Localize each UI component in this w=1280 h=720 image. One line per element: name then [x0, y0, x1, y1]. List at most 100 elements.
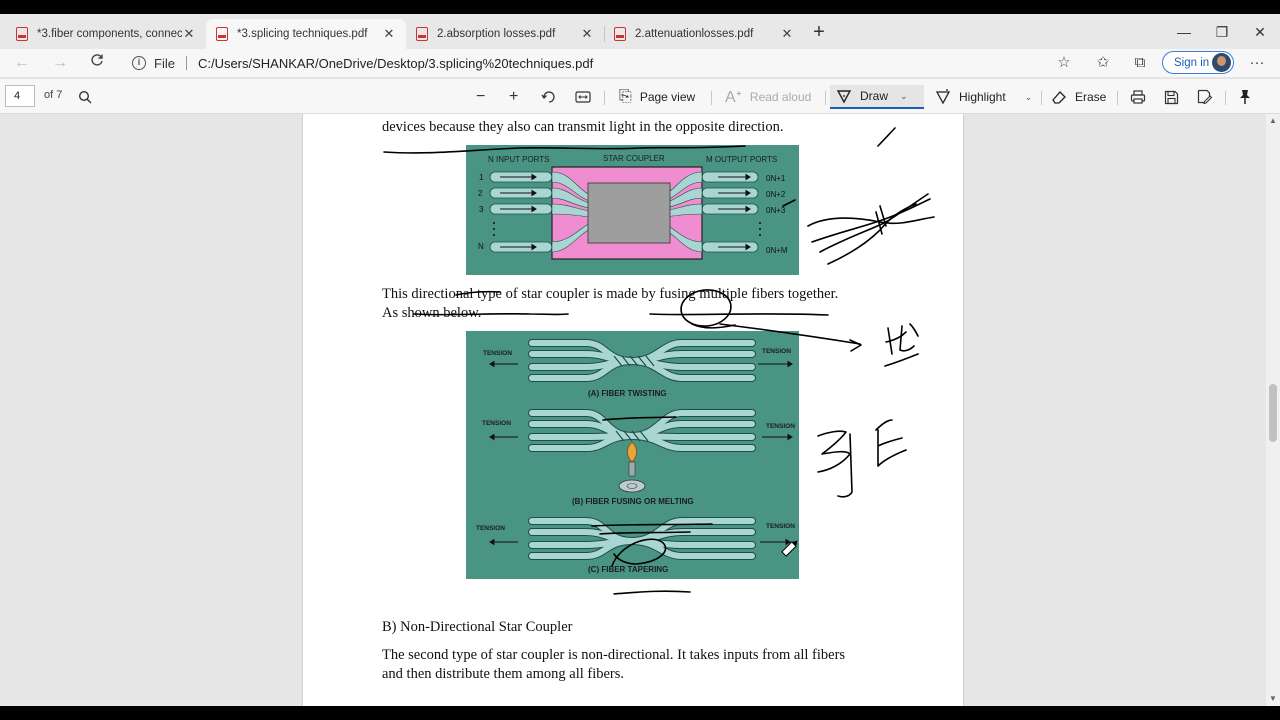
file-label: File — [154, 55, 175, 71]
close-tab-icon[interactable]: ✕ — [182, 26, 196, 42]
rotate-button[interactable] — [541, 85, 557, 109]
draw-pen-icon — [836, 90, 852, 104]
figure-label-output-ports: M OUTPUT PORTS — [706, 155, 777, 164]
search-button[interactable] — [78, 85, 92, 109]
rotate-icon — [541, 91, 555, 103]
tension-label: TENSION — [482, 420, 511, 427]
highlight-button[interactable]: Highlight ⌄ — [935, 85, 1032, 109]
zoom-in-button[interactable]: + — [509, 85, 526, 109]
sign-in-button[interactable]: Sign in — [1162, 51, 1234, 74]
save-button[interactable] — [1164, 85, 1179, 109]
tab-absorption-losses[interactable]: 2.absorption losses.pdf ✕ — [406, 19, 604, 49]
toolbar-divider — [1041, 91, 1042, 105]
chevron-down-icon[interactable]: ⌄ — [900, 91, 908, 102]
scroll-down-icon[interactable]: ▼ — [1269, 694, 1277, 703]
draw-label: Draw — [860, 89, 889, 103]
fiber-fusing-diagram: TENSION TENSION TENSION TENSION TENSION … — [476, 339, 795, 574]
save-as-icon — [1197, 89, 1213, 105]
close-tab-icon[interactable]: ✕ — [780, 26, 794, 42]
scrollbar-thumb[interactable] — [1269, 384, 1277, 442]
save-as-button[interactable] — [1197, 85, 1213, 109]
erase-label: Erase — [1075, 90, 1107, 104]
avatar — [1212, 53, 1231, 72]
pdf-file-icon — [614, 27, 626, 41]
more-options-icon[interactable]: ··· — [1245, 52, 1269, 74]
save-icon — [1164, 90, 1179, 104]
fit-width-icon — [575, 91, 591, 103]
body-text-line: devices because they also can transmit l… — [382, 119, 784, 135]
tab-label: 2.absorption losses.pdf — [437, 28, 556, 40]
collections-icon[interactable]: ⧉ — [1128, 52, 1152, 74]
pin-toolbar-button[interactable] — [1238, 85, 1252, 109]
favorites-icon[interactable]: ✩ — [1091, 52, 1115, 74]
scroll-up-icon[interactable]: ▲ — [1269, 116, 1277, 125]
output-port-label: 0N+2 — [766, 190, 786, 199]
tension-label: TENSION — [766, 423, 795, 430]
output-port-label: 0N+1 — [766, 174, 786, 183]
caption-fiber-twisting: (A) FIBER TWISTING — [588, 389, 667, 398]
new-tab-button[interactable]: + — [808, 22, 830, 44]
eraser-icon — [1052, 91, 1066, 104]
read-aloud-label: Read aloud — [749, 90, 812, 104]
zoom-out-button[interactable]: − — [476, 85, 493, 109]
figure-label-input-ports: N INPUT PORTS — [488, 155, 550, 164]
star-coupler-figure: N INPUT PORTS STAR COUPLER M OUTPUT PORT… — [466, 145, 799, 275]
pdf-file-icon — [16, 27, 28, 41]
url-field[interactable]: i File C:/Users/SHANKAR/OneDrive/Desktop… — [126, 51, 1086, 75]
close-tab-icon[interactable]: ✕ — [382, 26, 396, 42]
tab-label: *3.fiber components, connectors — [37, 28, 182, 40]
print-button[interactable] — [1130, 85, 1146, 109]
output-port-label: 0N+M — [766, 246, 788, 255]
page-number-input[interactable]: 4 — [5, 85, 35, 107]
highlighter-icon — [935, 89, 951, 105]
url-divider — [185, 56, 187, 70]
sign-in-label: Sign in — [1174, 56, 1210, 69]
pdf-page: devices because they also can transmit l… — [303, 114, 963, 706]
chevron-down-icon[interactable]: ⌄ — [1025, 92, 1033, 103]
body-text-line: This directional type of star coupler is… — [382, 286, 839, 302]
draw-button[interactable]: Draw ⌄ — [830, 85, 924, 109]
back-button[interactable]: ← — [9, 51, 35, 75]
tension-label: TENSION — [483, 350, 512, 357]
tab-strip: *3.fiber components, connectors ✕ *3.spl… — [0, 14, 1280, 49]
pin-icon — [1240, 90, 1250, 104]
plus-icon: + — [509, 88, 519, 105]
erase-button[interactable]: Erase — [1051, 85, 1106, 109]
refresh-icon — [91, 54, 103, 66]
tab-label: *3.splicing techniques.pdf — [237, 28, 368, 40]
pdf-toolbar: 4 of 7 − + ⎘ Page view Aᐩ Read aloud Dra… — [0, 78, 1280, 114]
tab-label: 2.attenuationlosses.pdf — [635, 28, 754, 40]
pdf-file-icon — [416, 27, 428, 41]
browser-window: *3.fiber components, connectors ✕ *3.spl… — [0, 14, 1280, 706]
print-icon — [1130, 90, 1146, 104]
toolbar-divider — [711, 91, 712, 105]
restore-button[interactable]: ❐ — [1202, 20, 1242, 44]
tab-attenuation-losses[interactable]: 2.attenuationlosses.pdf ✕ — [604, 19, 804, 49]
close-window-button[interactable]: ✕ — [1240, 20, 1280, 44]
tension-label: TENSION — [762, 348, 791, 355]
address-bar: ← → i File C:/Users/SHANKAR/OneDrive/Des… — [0, 49, 1280, 77]
url-text[interactable]: C:/Users/SHANKAR/OneDrive/Desktop/3.spli… — [198, 56, 593, 71]
refresh-button[interactable] — [84, 51, 110, 75]
read-aloud-icon: Aᐩ — [725, 89, 742, 106]
read-aloud-button[interactable]: Aᐩ Read aloud — [725, 85, 811, 109]
minimize-button[interactable]: — — [1164, 20, 1204, 44]
section-heading: B) Non-Directional Star Coupler — [382, 619, 573, 635]
tab-splicing-techniques[interactable]: *3.splicing techniques.pdf ✕ — [206, 19, 406, 49]
fit-page-button[interactable] — [575, 85, 591, 109]
tab-fiber-components[interactable]: *3.fiber components, connectors ✕ — [6, 19, 206, 49]
star-coupler-diagram: N INPUT PORTS STAR COUPLER M OUTPUT PORT… — [478, 154, 788, 260]
info-icon[interactable]: i — [132, 56, 146, 70]
toolbar-divider — [1117, 91, 1118, 105]
page-total: of 7 — [44, 89, 63, 101]
close-tab-icon[interactable]: ✕ — [580, 26, 594, 42]
pdf-viewer[interactable]: devices because they also can transmit l… — [0, 114, 1266, 706]
fiber-fusing-figure: TENSION TENSION TENSION TENSION TENSION … — [466, 331, 799, 579]
add-favorite-icon[interactable]: ☆ — [1052, 52, 1076, 74]
toolbar-divider — [1225, 91, 1226, 105]
forward-button[interactable]: → — [47, 51, 73, 75]
page-view-button[interactable]: ⎘ Page view — [619, 85, 695, 109]
toolbar-divider — [825, 91, 826, 105]
scrollbar[interactable]: ▲ ▼ — [1266, 114, 1280, 706]
input-port-label: 3 — [479, 205, 484, 214]
